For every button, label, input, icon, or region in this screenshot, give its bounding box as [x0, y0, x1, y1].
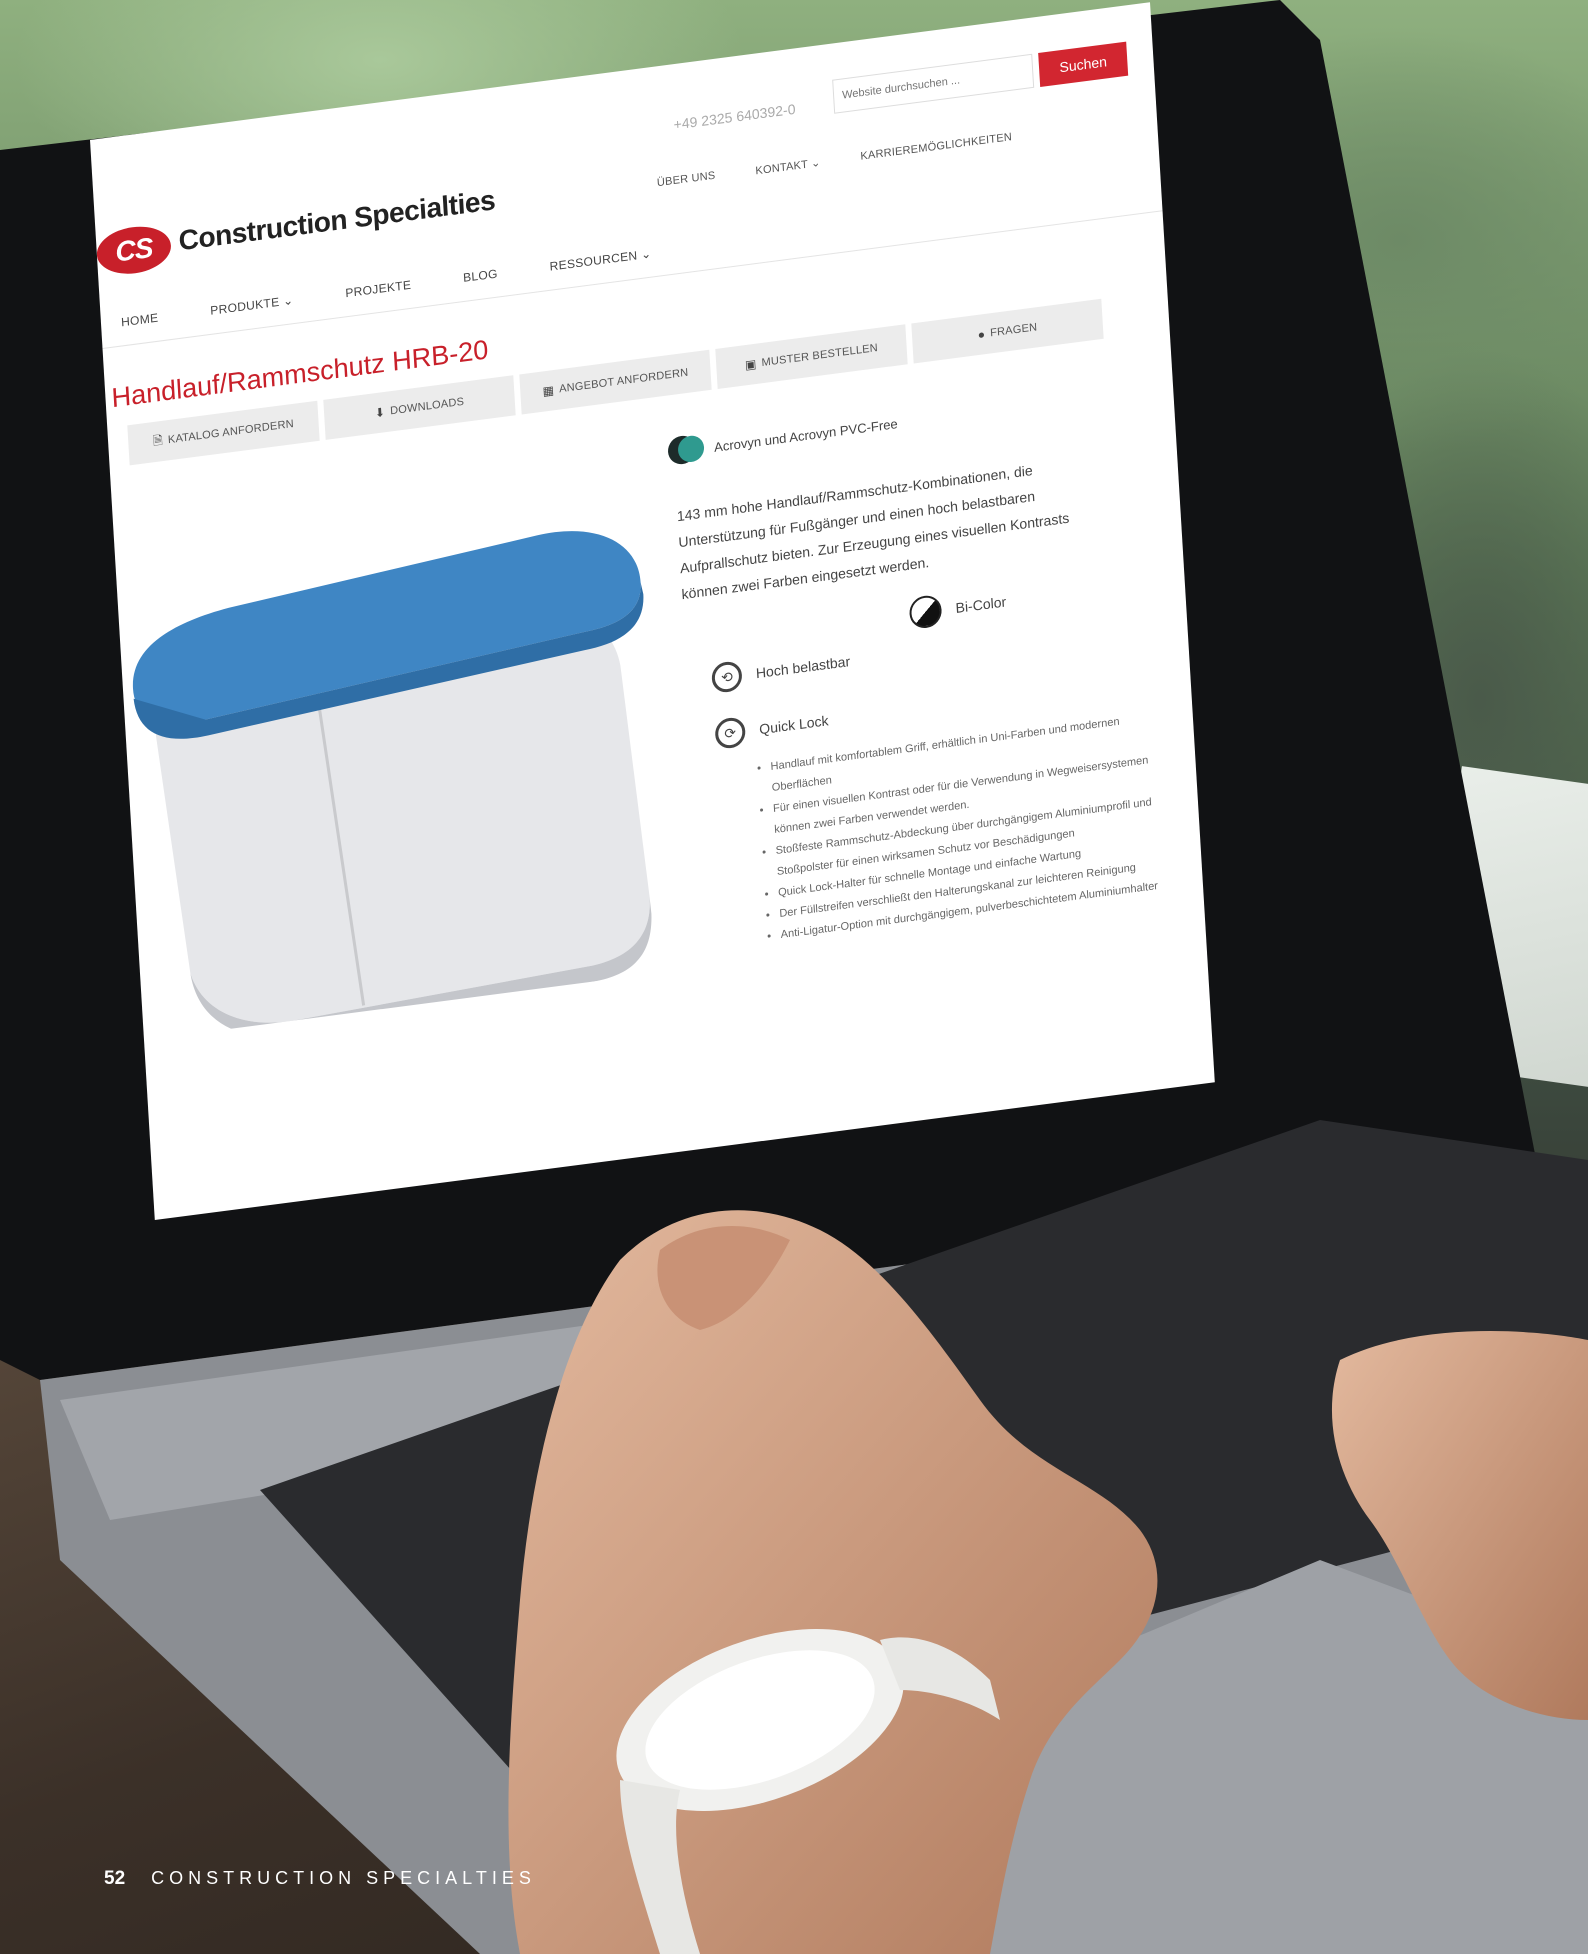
- page-number: 52: [104, 1868, 126, 1889]
- feature-heavy-duty: ⟲ Hoch belastbar: [711, 646, 851, 694]
- box-icon: ▣: [744, 356, 758, 373]
- footer-brand: CONSTRUCTION SPECIALTIES: [151, 1868, 536, 1888]
- page-footer: 52 CONSTRUCTION SPECIALTIES: [104, 1868, 536, 1890]
- download-icon: ⬇: [374, 405, 386, 421]
- logo-badge[interactable]: CS: [95, 222, 173, 278]
- nav-item-ueber-uns[interactable]: ÜBER UNS: [657, 170, 716, 191]
- material-label: Acrovyn und Acrovyn PVC-Free: [713, 415, 899, 455]
- calculator-icon: ▦: [542, 383, 555, 399]
- material-info: Acrovyn und Acrovyn PVC-Free: [667, 408, 898, 468]
- lock-ring-icon: ⟳: [714, 716, 747, 750]
- ask-question-button[interactable]: ● FRAGEN: [911, 298, 1104, 364]
- search-button[interactable]: Suchen: [1038, 41, 1129, 88]
- user-icon: ●: [977, 327, 986, 342]
- shield-ring-icon: ⟲: [711, 660, 743, 694]
- quote-request-button[interactable]: ▦ ANGEBOT ANFORDERN: [519, 349, 712, 415]
- search-input[interactable]: [832, 53, 1035, 114]
- nav-item-produkte[interactable]: PRODUKTE ⌄: [210, 293, 294, 318]
- nav-item-kontakt[interactable]: KONTAKT ⌄: [755, 156, 821, 177]
- chevron-down-icon: ⌄: [810, 156, 821, 171]
- chevron-down-icon: ⌄: [640, 246, 652, 262]
- nav-item-ressourcen[interactable]: RESSOURCEN ⌄: [549, 246, 652, 273]
- catalog-request-button[interactable]: 🗎 KATALOG ANFORDERN: [127, 400, 320, 466]
- web-page: CS Construction Specialties +49 2325 640…: [90, 2, 1215, 1221]
- chevron-down-icon: ⌄: [282, 293, 294, 309]
- nav-item-blog[interactable]: BLOG: [463, 266, 498, 284]
- feature-bi-color: Bi-Color: [908, 585, 1007, 630]
- product-image[interactable]: [104, 469, 694, 1042]
- downloads-button[interactable]: ⬇ DOWNLOADS: [323, 375, 516, 440]
- logo-text[interactable]: Construction Specialties: [178, 184, 496, 257]
- bicolor-icon: [908, 593, 943, 630]
- nav-item-projekte[interactable]: PROJEKTE: [345, 278, 412, 301]
- top-nav: ÜBER UNS KONTAKT ⌄ KARRIEREMÖGLICHKEITEN: [657, 131, 1013, 190]
- document-icon: 🗎: [152, 432, 164, 448]
- feature-quick-lock: ⟳ Quick Lock: [714, 705, 829, 750]
- order-sample-button[interactable]: ▣ MUSTER BESTELLEN: [715, 324, 908, 389]
- nav-item-home[interactable]: HOME: [121, 311, 159, 330]
- nav-item-karriere[interactable]: KARRIEREMÖGLICHKEITEN: [860, 131, 1012, 164]
- phone-number[interactable]: +49 2325 640392-0: [673, 101, 796, 133]
- material-swatch-icon: [667, 433, 705, 467]
